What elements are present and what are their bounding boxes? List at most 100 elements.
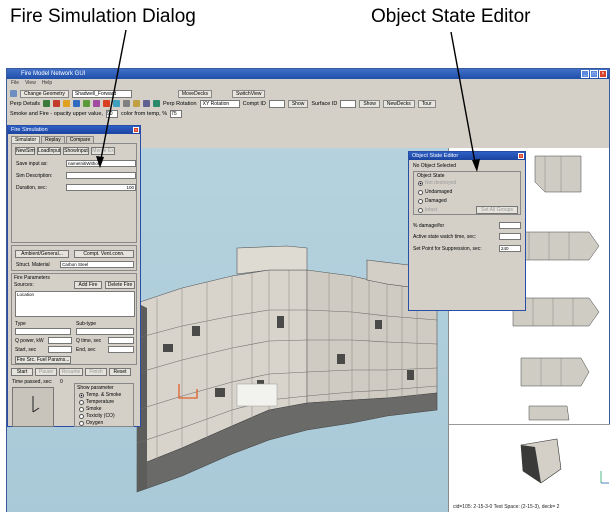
compartment-3d-view[interactable]: cid=105: 2-15-3-0 Test Space: (2-15-3), …	[449, 424, 610, 512]
duration-label: Duration, sec:	[16, 185, 47, 191]
perp-rotation-label: Perp Rotation	[162, 100, 197, 107]
minimize-icon[interactable]: _	[581, 70, 589, 78]
fire-simulation-titlebar[interactable]: Fire Simulation ×	[8, 126, 140, 134]
sources-label: Sources:	[14, 282, 34, 288]
perp-details-label: Perp Details	[10, 100, 40, 107]
radio-temperature[interactable]: Temperature	[79, 399, 114, 405]
set-all-groups-button[interactable]: Set All Groups	[476, 206, 518, 214]
end-sec-field[interactable]	[108, 346, 134, 353]
save-input-label: Save input as:	[16, 161, 48, 167]
q-power-label: Q power, kW	[15, 338, 44, 344]
toolbar-row-2: Perp Details Perp Rotation XY Rotation C…	[7, 99, 436, 108]
toolbar-row-3: Smoke and Fire - opacity upper value, 90…	[7, 109, 183, 118]
tool-icon-8[interactable]	[112, 100, 120, 107]
reset-button[interactable]: Reset	[109, 368, 131, 376]
surface-id-input[interactable]	[340, 99, 357, 108]
show-parameter-label: Show parameter	[77, 385, 114, 391]
radio-undamaged[interactable]: Undamaged	[418, 189, 452, 195]
save-input-field[interactable]: nameInitiWithoc	[66, 160, 136, 167]
type-label: Type	[15, 321, 26, 327]
geometry-select[interactable]: Shadwell_Forward	[71, 89, 132, 98]
move-decks-button[interactable]: MoveDecks	[177, 89, 212, 98]
tool-icon-5[interactable]	[82, 100, 90, 107]
sim-description-label: Sim Description:	[16, 173, 53, 179]
grid-icon[interactable]	[10, 90, 17, 97]
ambient-general-button[interactable]: Ambient/General...	[15, 250, 69, 258]
close-icon[interactable]: ×	[599, 70, 607, 78]
window-titlebar[interactable]: Fire Model Network GUI _ □ ×	[7, 69, 609, 79]
tool-icon-4[interactable]	[72, 100, 80, 107]
start-button[interactable]: Start	[11, 368, 33, 376]
radio-oxygen[interactable]: Oxygen	[79, 420, 103, 426]
tab-replay[interactable]: Replay	[41, 136, 65, 143]
merge-ex-button[interactable]: Merge Ex	[91, 147, 115, 155]
maximize-icon[interactable]: □	[590, 70, 598, 78]
tool-icon-10[interactable]	[132, 100, 140, 107]
change-geometry-button[interactable]: Change Geometry	[20, 89, 69, 98]
q-time-field[interactable]	[108, 337, 134, 344]
fire-sources-list[interactable]: Location	[15, 291, 135, 317]
fire-simulation-dialog: Fire Simulation × Simulator Replay Compa…	[7, 125, 141, 427]
fire-src-fuel-button[interactable]: Fire Src. Fuel Params...	[15, 356, 71, 364]
tab-compare[interactable]: Compare	[65, 136, 95, 143]
delete-fire-button[interactable]: Delete Fire	[105, 281, 135, 289]
resume-button[interactable]: Resume	[59, 368, 83, 376]
set-point-label: Set Point for Suppression, sec:	[413, 246, 482, 252]
new-sim-button[interactable]: NewSim	[15, 147, 35, 155]
menu-file[interactable]: File	[11, 79, 19, 87]
object-state-editor-titlebar[interactable]: Object State Editor ×	[409, 152, 525, 160]
start-sec-field[interactable]	[48, 346, 72, 353]
menu-help[interactable]: Help	[42, 79, 52, 87]
damage-percent-field[interactable]	[499, 222, 521, 229]
active-state-time-field[interactable]	[499, 233, 521, 240]
surface-id-label: Surface ID	[311, 100, 338, 107]
tool-icon-3[interactable]	[62, 100, 70, 107]
add-fire-button[interactable]: Add Fire	[74, 281, 102, 289]
compt-id-input[interactable]	[268, 99, 285, 108]
rotation-select[interactable]: XY Rotation	[199, 99, 240, 108]
object-state-editor-dialog: Object State Editor × No Object Selected…	[408, 151, 526, 311]
menu-view[interactable]: View	[25, 79, 36, 87]
radio-damaged[interactable]: Damaged	[418, 198, 447, 204]
close-icon[interactable]: ×	[133, 127, 139, 133]
sim-description-field[interactable]	[66, 172, 136, 179]
radio-toxicity[interactable]: Toxicity (CO)	[79, 413, 115, 419]
tool-icon-9[interactable]	[122, 100, 130, 107]
radio-temp-smoke[interactable]: Temp. & Smoke	[79, 392, 121, 398]
radio-intact[interactable]: Intact	[418, 207, 437, 213]
tool-icon-6[interactable]	[92, 100, 100, 107]
close-icon[interactable]: ×	[518, 153, 524, 159]
radio-not-destroyed[interactable]: Not destroyed	[418, 180, 456, 186]
tool-icon-12[interactable]	[152, 100, 160, 107]
compt-vents-button[interactable]: Compt. Vent.conn.	[74, 250, 134, 258]
show-input-button[interactable]: ShowInput	[63, 147, 89, 155]
tool-icon-11[interactable]	[142, 100, 150, 107]
tool-icon-2[interactable]	[52, 100, 60, 107]
tool-icon-7[interactable]	[102, 100, 110, 107]
tab-simulator[interactable]: Simulator	[11, 136, 41, 143]
struct-material-select[interactable]: Carbon Steel	[60, 261, 134, 268]
set-point-field[interactable]: 240	[499, 245, 521, 252]
fire-type-select[interactable]	[15, 328, 71, 335]
fire-subtype-select[interactable]	[76, 328, 134, 335]
fire-simulation-title: Fire Simulation	[11, 127, 48, 133]
opacity-input[interactable]: 90	[105, 109, 118, 118]
q-power-field[interactable]	[48, 337, 72, 344]
object-state-group: Object State Not destroyed Undamaged Dam…	[413, 171, 521, 215]
q-time-label: Q time, sec	[76, 338, 102, 344]
show-surface-button[interactable]: Show	[359, 99, 380, 108]
radio-smoke[interactable]: Smoke	[79, 406, 102, 412]
tour-button[interactable]: Tour	[417, 99, 436, 108]
pause-button[interactable]: Pause	[35, 368, 57, 376]
fire-parameters-label: Fire Parameters	[14, 275, 50, 281]
duration-field[interactable]: 100	[66, 184, 136, 191]
finish-button[interactable]: Finish	[85, 368, 107, 376]
color-temp-input[interactable]: 75	[170, 109, 183, 118]
tool-icon-1[interactable]	[42, 100, 50, 107]
show-compt-button[interactable]: Show	[287, 99, 309, 108]
no-object-selected-label: No Object Selected	[413, 163, 457, 169]
switch-view-button[interactable]: SwitchView	[231, 89, 266, 98]
toolbar-row-1: Change Geometry Shadwell_Forward MoveDec…	[7, 89, 266, 98]
new-decks-button[interactable]: NewDecks	[382, 99, 415, 108]
load-input-button[interactable]: LoadInput	[37, 147, 61, 155]
